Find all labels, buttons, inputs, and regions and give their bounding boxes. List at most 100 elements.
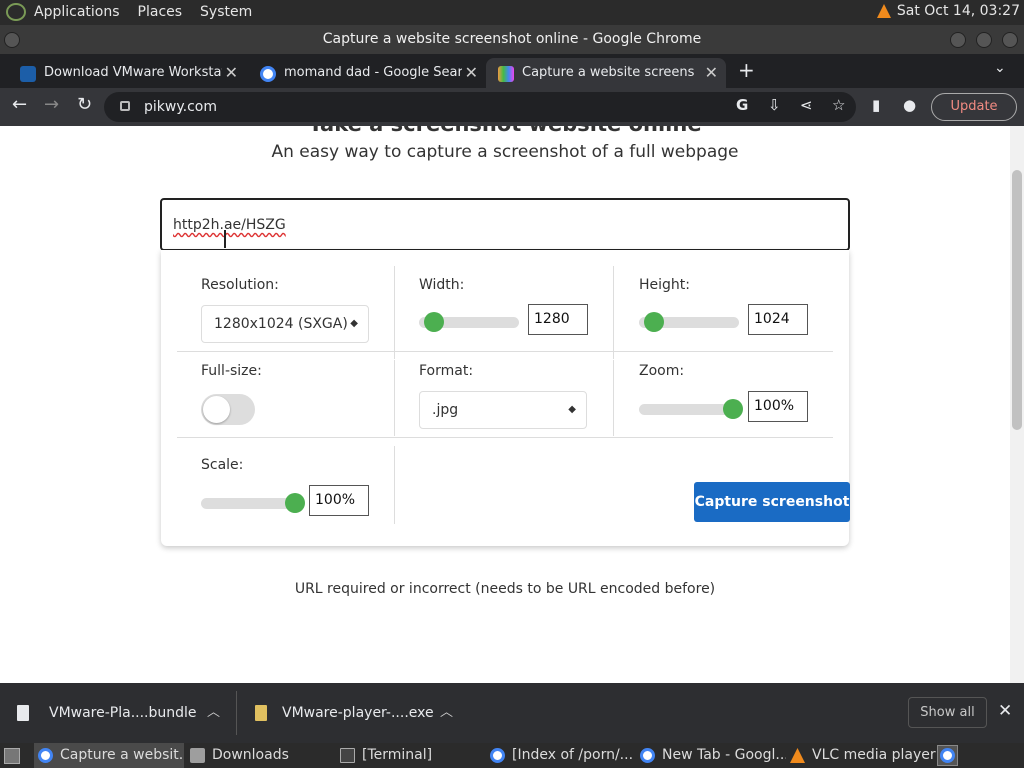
taskbar-item-index[interactable]: [Index of /porn/... bbox=[486, 743, 636, 768]
toolbar: ← → ↻ pikwy.com G ⇩ ⋖ ☆ ▮ ● Update bbox=[0, 88, 1024, 126]
reload-icon[interactable]: ↻ bbox=[77, 94, 92, 115]
close-tab-icon[interactable]: ✕ bbox=[705, 58, 718, 88]
show-desktop-icon[interactable] bbox=[4, 748, 20, 764]
chrome-icon bbox=[640, 748, 655, 763]
fullsize-toggle[interactable] bbox=[201, 394, 255, 425]
scale-slider[interactable] bbox=[201, 493, 305, 513]
error-message: URL required or incorrect (needs to be U… bbox=[294, 581, 716, 597]
minimize-button[interactable] bbox=[950, 32, 966, 48]
download-item-exe[interactable]: VMware-player-....exe ︿ bbox=[255, 683, 465, 743]
divider bbox=[177, 351, 833, 352]
page-content: Take a screenshot website online An easy… bbox=[0, 126, 1010, 683]
file-icon bbox=[17, 705, 29, 721]
side-panel-icon[interactable]: ▮ bbox=[872, 96, 880, 114]
share-icon[interactable]: ⋖ bbox=[800, 96, 813, 114]
scrollbar-thumb[interactable] bbox=[1012, 170, 1022, 430]
system-menus: Applications Places System bbox=[6, 3, 270, 21]
tab-search-chevron-icon[interactable]: ⌄ bbox=[994, 60, 1006, 76]
taskbar-item-vlc[interactable]: VLC media player bbox=[786, 743, 936, 768]
chevron-up-icon[interactable]: ︿ bbox=[207, 683, 220, 743]
tab-pikwy[interactable]: Capture a website screenshot ✕ bbox=[486, 58, 726, 88]
height-slider-knob[interactable] bbox=[643, 312, 664, 332]
tab-label: Download VMware Workstatio bbox=[44, 65, 222, 80]
zoom-slider-knob[interactable] bbox=[723, 399, 743, 419]
distro-logo-icon[interactable] bbox=[6, 3, 26, 21]
page-scrollbar[interactable] bbox=[1010, 126, 1024, 683]
bookmark-star-icon[interactable]: ☆ bbox=[832, 96, 845, 114]
menu-applications[interactable]: Applications bbox=[34, 4, 120, 20]
close-tab-icon[interactable]: ✕ bbox=[465, 58, 478, 88]
system-tray: Sat Oct 14, 03:27 bbox=[876, 3, 1020, 19]
fullsize-label: Full-size: bbox=[201, 363, 262, 379]
menu-system[interactable]: System bbox=[200, 4, 252, 20]
download-item-bundle[interactable]: VMware-Pla....bundle ︿ bbox=[17, 683, 227, 743]
taskbar-item-new-tab[interactable]: New Tab - Googl... bbox=[636, 743, 786, 768]
divider bbox=[177, 437, 833, 438]
width-slider[interactable] bbox=[419, 312, 519, 332]
chrome-icon bbox=[940, 748, 955, 763]
capture-screenshot-button[interactable]: Capture screenshot bbox=[694, 482, 850, 522]
taskbar-item-downloads[interactable]: Downloads bbox=[186, 743, 336, 768]
tab-vmware[interactable]: Download VMware Workstatio ✕ bbox=[0, 58, 246, 88]
taskbar-item-chrome[interactable]: Capture a websit... bbox=[34, 743, 184, 768]
back-arrow-icon[interactable]: ← bbox=[12, 94, 27, 115]
zoom-slider[interactable] bbox=[639, 399, 743, 419]
taskbar-item-label: Capture a websit... bbox=[60, 747, 184, 763]
workspace-switcher[interactable] bbox=[937, 745, 958, 766]
clock[interactable]: Sat Oct 14, 03:27 bbox=[897, 3, 1020, 19]
window-menu-button[interactable] bbox=[4, 32, 20, 48]
url-input[interactable]: http2h.ae/HSZG bbox=[160, 198, 850, 251]
select-arrows-icon: ◆ bbox=[350, 318, 358, 329]
zoom-input[interactable]: 100% bbox=[748, 391, 808, 422]
download-filename: VMware-Pla....bundle bbox=[49, 705, 197, 721]
system-top-bar: Applications Places System Sat Oct 14, 0… bbox=[0, 0, 1024, 25]
width-label: Width: bbox=[419, 277, 465, 293]
show-all-button[interactable]: Show all bbox=[908, 697, 987, 728]
scale-slider-knob[interactable] bbox=[285, 493, 305, 513]
downloads-bar: VMware-Pla....bundle ︿ VMware-player-...… bbox=[0, 683, 1024, 743]
format-label: Format: bbox=[419, 363, 474, 379]
resolution-select[interactable]: 1280x1024 (SXGA) ◆ bbox=[201, 305, 369, 343]
lock-icon[interactable] bbox=[120, 101, 130, 111]
forward-arrow-icon[interactable]: → bbox=[44, 94, 59, 115]
folder-icon bbox=[190, 748, 205, 763]
pikwy-favicon-icon bbox=[498, 66, 514, 82]
scale-label: Scale: bbox=[201, 457, 244, 473]
width-slider-knob[interactable] bbox=[423, 312, 444, 332]
download-filename: VMware-player-....exe bbox=[282, 705, 434, 721]
options-panel: Resolution: 1280x1024 (SXGA) ◆ Width: 12… bbox=[161, 250, 850, 546]
tab-google-search[interactable]: momand dad - Google Search ✕ bbox=[240, 58, 486, 88]
text-cursor-icon bbox=[224, 230, 226, 248]
taskbar-item-terminal[interactable]: [Terminal] bbox=[336, 743, 486, 768]
divider bbox=[394, 266, 395, 359]
window-title-bar: Capture a website screenshot online - Go… bbox=[0, 25, 1024, 54]
divider bbox=[236, 691, 237, 735]
address-url: pikwy.com bbox=[144, 99, 217, 115]
update-button[interactable]: Update bbox=[931, 93, 1017, 121]
taskbar-item-label: [Index of /porn/... bbox=[512, 747, 634, 763]
maximize-button[interactable] bbox=[976, 32, 992, 48]
resolution-value: 1280x1024 (SXGA) bbox=[214, 316, 348, 332]
format-value: .jpg bbox=[432, 402, 459, 418]
close-tab-icon[interactable]: ✕ bbox=[225, 58, 238, 88]
profile-avatar-icon[interactable]: ● bbox=[903, 96, 916, 114]
format-select[interactable]: .jpg ◆ bbox=[419, 391, 587, 429]
width-input[interactable]: 1280 bbox=[528, 304, 588, 335]
page-heading: Take a screenshot website online bbox=[0, 126, 1010, 136]
google-lens-icon[interactable]: G bbox=[736, 96, 748, 114]
scale-input[interactable]: 100% bbox=[309, 485, 369, 516]
google-favicon-icon bbox=[260, 66, 276, 82]
vlc-tray-icon[interactable] bbox=[876, 4, 891, 18]
install-app-icon[interactable]: ⇩ bbox=[768, 96, 781, 114]
new-tab-plus-icon[interactable]: + bbox=[738, 58, 755, 82]
height-slider[interactable] bbox=[639, 312, 739, 332]
divider bbox=[613, 266, 614, 359]
select-arrows-icon: ◆ bbox=[568, 404, 576, 415]
menu-places[interactable]: Places bbox=[138, 4, 183, 20]
height-input[interactable]: 1024 bbox=[748, 304, 808, 335]
archive-file-icon bbox=[255, 705, 267, 721]
close-window-button[interactable] bbox=[1002, 32, 1018, 48]
close-downloads-icon[interactable]: ✕ bbox=[998, 701, 1012, 721]
taskbar-item-label: VLC media player bbox=[812, 747, 936, 763]
chevron-up-icon[interactable]: ︿ bbox=[440, 683, 453, 743]
